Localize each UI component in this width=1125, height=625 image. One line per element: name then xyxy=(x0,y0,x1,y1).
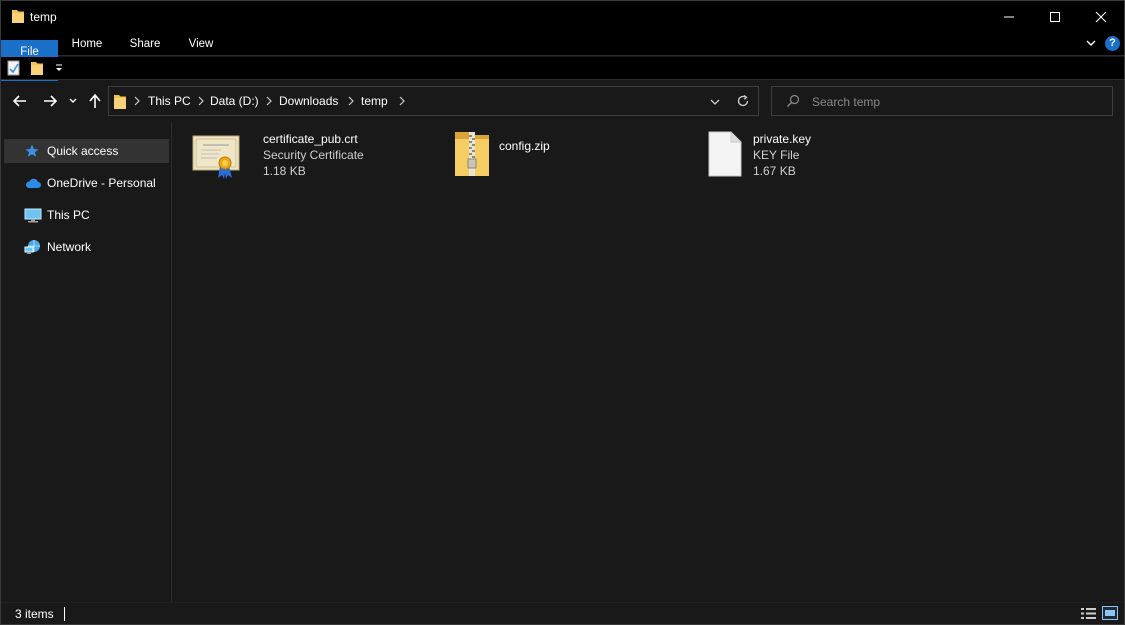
minimize-button[interactable] xyxy=(986,1,1032,32)
computer-icon xyxy=(24,207,42,226)
title-bar: temp xyxy=(1,1,1124,32)
file-item[interactable]: certificate_pub.crt Security Certificate… xyxy=(191,130,431,184)
tab-home[interactable]: Home xyxy=(63,32,111,56)
file-name: private.key xyxy=(753,132,812,146)
back-button[interactable] xyxy=(10,91,30,111)
file-item[interactable]: private.key KEY File 1.67 KB xyxy=(707,130,947,184)
large-icons-view-icon[interactable] xyxy=(1102,606,1118,623)
status-divider xyxy=(64,607,65,621)
sidebar-item-label: Network xyxy=(47,240,92,254)
arrow-up-icon xyxy=(89,93,101,108)
refresh-icon[interactable] xyxy=(736,94,750,111)
chevron-right-icon[interactable] xyxy=(398,95,406,110)
search-icon xyxy=(786,94,800,111)
status-bar: 3 items xyxy=(1,602,1124,624)
forward-button[interactable] xyxy=(40,91,60,111)
recent-locations-button[interactable] xyxy=(65,91,81,111)
file-type: Security Certificate xyxy=(263,148,364,162)
help-icon[interactable]: ? xyxy=(1105,36,1120,51)
sidebar-item-this-pc[interactable]: This PC xyxy=(4,203,169,227)
tab-view[interactable]: View xyxy=(181,32,221,56)
item-count: 3 items xyxy=(15,607,54,621)
chevron-right-icon[interactable] xyxy=(197,95,205,110)
folder-icon xyxy=(113,92,127,113)
file-item[interactable]: config.zip xyxy=(453,130,673,184)
network-icon xyxy=(24,239,42,258)
tab-share[interactable]: Share xyxy=(121,32,169,56)
sidebar-item-label: Quick access xyxy=(47,144,119,158)
maximize-icon xyxy=(1050,11,1060,22)
file-type: KEY File xyxy=(753,148,800,162)
file-list: certificate_pub.crt Security Certificate… xyxy=(173,122,1124,602)
chevron-right-icon[interactable] xyxy=(265,95,273,110)
minimize-icon xyxy=(1004,16,1014,17)
blank-file-icon xyxy=(707,130,759,184)
arrow-right-icon xyxy=(44,95,58,107)
explorer-window: temp File Home Share View ? This PC Data… xyxy=(0,0,1125,625)
navigation-bar: This PC Data (D:) Downloads temp Search … xyxy=(1,81,1124,121)
star-icon xyxy=(24,143,40,162)
close-button[interactable] xyxy=(1078,1,1124,32)
address-dropdown-icon[interactable] xyxy=(709,96,721,110)
file-size: 1.67 KB xyxy=(753,164,796,178)
folder-icon xyxy=(11,8,25,27)
sidebar-item-network[interactable]: Network xyxy=(4,235,169,259)
address-bar[interactable]: This PC Data (D:) Downloads temp xyxy=(108,86,759,116)
chevron-down-icon xyxy=(69,98,77,103)
maximize-button[interactable] xyxy=(1032,1,1078,32)
chevron-right-icon[interactable] xyxy=(347,95,355,110)
details-view-icon[interactable] xyxy=(1081,607,1096,623)
chevron-right-icon[interactable] xyxy=(133,95,141,110)
ribbon-tabs: File Home Share View ? xyxy=(1,32,1124,94)
new-folder-icon[interactable] xyxy=(30,60,44,79)
breadcrumb-this-pc[interactable]: This PC xyxy=(148,94,191,108)
sidebar-item-label: OneDrive - Personal xyxy=(47,176,156,190)
sidebar-item-label: This PC xyxy=(47,208,90,222)
close-icon xyxy=(1095,11,1107,22)
breadcrumb-data-drive[interactable]: Data (D:) xyxy=(210,94,259,108)
certificate-icon xyxy=(191,130,243,184)
zip-folder-icon xyxy=(453,130,505,184)
expand-ribbon-chevron-icon[interactable] xyxy=(1085,37,1097,52)
file-size: 1.18 KB xyxy=(263,164,306,178)
breadcrumb-downloads[interactable]: Downloads xyxy=(279,94,338,108)
quick-access-toolbar xyxy=(1,57,1124,80)
window-title: temp xyxy=(30,10,57,24)
file-name: config.zip xyxy=(499,139,550,153)
search-placeholder: Search temp xyxy=(812,95,881,109)
sidebar-item-onedrive[interactable]: OneDrive - Personal xyxy=(4,171,169,195)
customize-toolbar-icon[interactable] xyxy=(54,62,64,76)
navigation-pane: Quick access OneDrive - Personal This PC… xyxy=(1,122,172,602)
search-box[interactable]: Search temp xyxy=(771,86,1113,116)
breadcrumb-temp[interactable]: temp xyxy=(361,94,388,108)
arrow-left-icon xyxy=(12,95,26,107)
up-button[interactable] xyxy=(85,91,105,111)
file-name: certificate_pub.crt xyxy=(263,132,358,146)
sidebar-item-quick-access[interactable]: Quick access xyxy=(4,139,169,163)
cloud-icon xyxy=(24,175,42,194)
properties-icon[interactable] xyxy=(7,60,21,79)
